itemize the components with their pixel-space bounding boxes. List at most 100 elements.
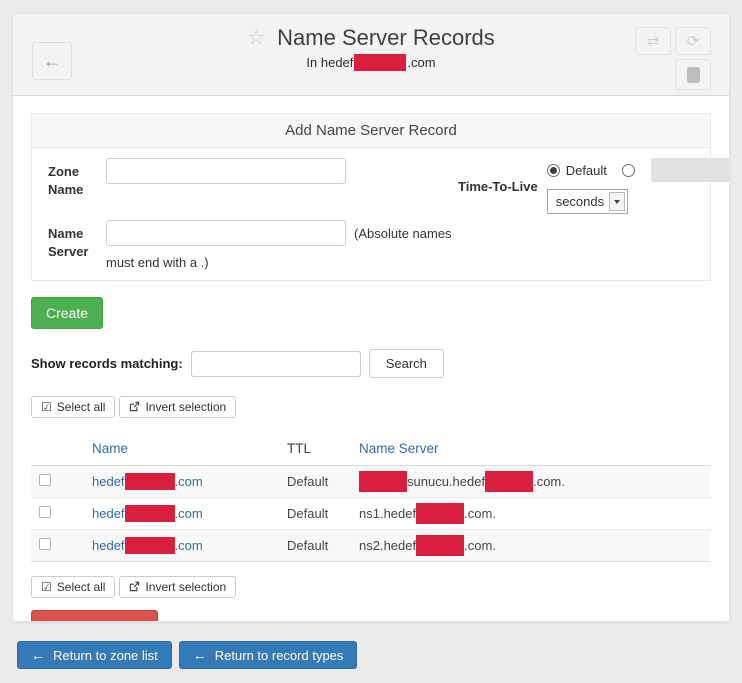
share-square-icon [129, 581, 140, 594]
name-server-hint-2: must end with a .) [106, 255, 458, 270]
select-all-button[interactable]: ☑ Select all [31, 576, 115, 598]
square-icon [687, 67, 700, 83]
footer-nav: ← Return to zone list ← Return to record… [17, 641, 357, 669]
ttl-unit-select[interactable]: seconds [547, 189, 628, 214]
panel-title: Add Name Server Record [32, 114, 710, 148]
ttl-default-radio[interactable] [547, 164, 560, 177]
record-name-suffix: .com [175, 506, 203, 521]
table-row: hedef .com Default sunucu.hedef .com. [31, 466, 711, 498]
table-row: hedef .com Default ns1.hedef .com. [31, 498, 711, 530]
selection-buttons-top: ☑ Select all Invert selection [31, 396, 711, 418]
ttl-default-radio-label: Default [566, 163, 607, 178]
row-checkbox[interactable] [39, 538, 51, 550]
search-label: Show records matching: [31, 356, 183, 371]
panel-toggle-button[interactable] [675, 59, 711, 90]
left-arrow-icon: ← [31, 648, 45, 662]
record-name-link[interactable]: hedef .com [92, 474, 203, 489]
repeat-icon: ⇄ [647, 32, 660, 50]
subtitle-prefix: In hedef [306, 55, 353, 70]
selection-buttons-bottom: ☑ Select all Invert selection [31, 576, 711, 598]
ns-text: ns1.hedef [359, 506, 416, 521]
share-square-icon [129, 401, 140, 414]
chevron-down-icon [609, 192, 625, 211]
ns-text: .com. [464, 538, 496, 553]
name-column-header[interactable]: Name [84, 432, 279, 466]
record-name-prefix: hedef [92, 474, 125, 489]
ns-text: sunucu.hedef [407, 474, 485, 489]
table-row: hedef .com Default ns2.hedef .com. [31, 530, 711, 562]
delete-selected-button[interactable]: Delete Selected [31, 610, 158, 622]
ttl-label: Time-To-Live [458, 179, 538, 194]
redaction-box [354, 54, 406, 71]
title-line: ☆ Name Server Records [13, 25, 729, 51]
ns-text: ns2.hedef [359, 538, 416, 553]
redaction-box [416, 535, 464, 556]
record-name-server: ns2.hedef .com. [351, 530, 711, 562]
favorite-star-icon[interactable]: ☆ [247, 27, 265, 49]
ns-text: .com. [464, 506, 496, 521]
record-name-suffix: .com [175, 538, 203, 553]
invert-selection-button[interactable]: Invert selection [119, 576, 236, 598]
panel-body: Zone Name Time-To-Live Default [32, 148, 710, 280]
page-card: ← ☆ Name Server Records In hedef .com ⇄ ⟳ [12, 13, 730, 622]
name-server-column-header[interactable]: Name Server [351, 432, 711, 466]
refresh-button[interactable]: ⟳ [675, 27, 711, 55]
left-arrow-icon: ← [193, 648, 207, 662]
name-server-label: Name Server [48, 220, 106, 270]
select-all-label: Select all [57, 400, 106, 414]
redaction-box [485, 471, 533, 492]
create-button[interactable]: Create [31, 297, 103, 329]
return-to-zone-list-button[interactable]: ← Return to zone list [17, 641, 172, 669]
invert-selection-button[interactable]: Invert selection [119, 396, 236, 418]
refresh-icon: ⟳ [687, 32, 700, 50]
record-ttl: Default [279, 530, 351, 562]
page-subtitle: In hedef .com [13, 54, 729, 71]
select-all-button[interactable]: ☑ Select all [31, 396, 115, 418]
back-arrow-icon: ← [43, 51, 61, 72]
zone-name-label: Zone Name [48, 158, 106, 214]
record-ttl: Default [279, 466, 351, 498]
return-record-types-label: Return to record types [215, 648, 344, 663]
record-name-prefix: hedef [92, 538, 125, 553]
redaction-box [416, 503, 464, 524]
ttl-custom-input[interactable] [651, 158, 730, 182]
ttl-custom-radio[interactable] [622, 164, 635, 177]
zone-name-input[interactable] [106, 158, 346, 184]
search-input[interactable] [191, 351, 361, 377]
repeat-button[interactable]: ⇄ [635, 27, 671, 55]
return-to-record-types-button[interactable]: ← Return to record types [179, 641, 358, 669]
redaction-box [125, 505, 175, 522]
header-actions: ⇄ ⟳ [635, 27, 711, 90]
search-row: Show records matching: Search [31, 349, 711, 378]
main-content: Add Name Server Record Zone Name Time-To… [12, 96, 730, 622]
checked-box-icon: ☑ [41, 581, 52, 593]
select-all-label: Select all [57, 580, 106, 594]
subtitle-suffix: .com [407, 55, 435, 70]
record-name-prefix: hedef [92, 506, 125, 521]
name-server-hint-1: (Absolute names [354, 226, 452, 241]
invert-selection-label: Invert selection [145, 580, 226, 594]
record-name-link[interactable]: hedef .com [92, 506, 203, 521]
redaction-box [125, 473, 175, 490]
checked-box-icon: ☑ [41, 401, 52, 413]
row-checkbox[interactable] [39, 474, 51, 486]
header-center: ☆ Name Server Records In hedef .com [13, 14, 729, 71]
checkbox-column-header [31, 432, 84, 466]
invert-selection-label: Invert selection [145, 400, 226, 414]
back-button[interactable]: ← [32, 42, 72, 80]
page-header: ← ☆ Name Server Records In hedef .com ⇄ ⟳ [12, 13, 730, 96]
ns-text: .com. [533, 474, 565, 489]
row-checkbox[interactable] [39, 506, 51, 518]
name-server-input[interactable] [106, 220, 346, 246]
page-title: Name Server Records [277, 25, 495, 50]
records-table: Name TTL Name Server hedef .com Default s… [31, 432, 711, 562]
record-name-link[interactable]: hedef .com [92, 538, 203, 553]
record-name-suffix: .com [175, 474, 203, 489]
ttl-column-header: TTL [279, 432, 351, 466]
search-button[interactable]: Search [369, 349, 444, 378]
redaction-box [125, 537, 175, 554]
record-ttl: Default [279, 498, 351, 530]
return-zone-list-label: Return to zone list [53, 648, 158, 663]
record-name-server: ns1.hedef .com. [351, 498, 711, 530]
redaction-box [359, 471, 407, 492]
